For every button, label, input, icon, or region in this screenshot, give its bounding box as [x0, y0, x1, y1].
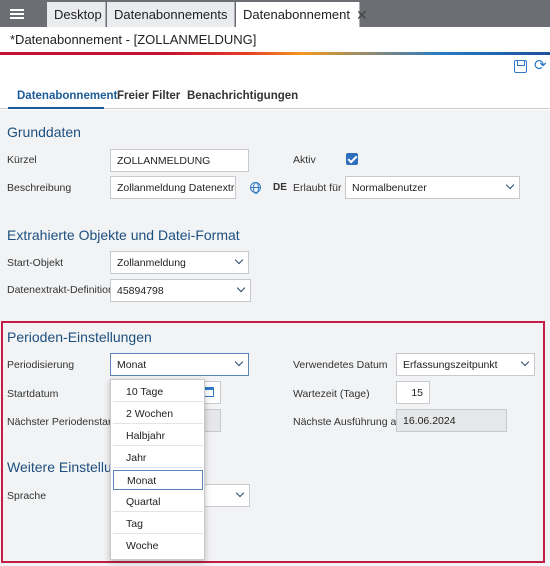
verwendetes-datum-label: Verwendetes Datum [293, 359, 388, 371]
erlaubt-value: Normalbenutzer [352, 182, 427, 194]
start-objekt-select[interactable]: Zollanmeldung [110, 251, 249, 274]
naechste-ausfuehrung-value: 16.06.2024 [396, 409, 507, 432]
chevron-down-icon [505, 180, 515, 190]
periodisierung-value: Monat [117, 359, 147, 371]
chevron-down-icon [234, 255, 244, 265]
tab-datenabonnement[interactable]: Datenabonnement ✕ [236, 2, 368, 27]
dropdown-option[interactable]: Quartal [113, 492, 203, 512]
kuerzel-input[interactable]: ZOLLANMELDUNG [110, 149, 249, 172]
dropdown-option[interactable]: Tag [113, 514, 203, 534]
startdatum-label: Startdatum [7, 388, 59, 400]
tab-label: Datenabonnement [243, 7, 350, 22]
erlaubt-label: Erlaubt für [293, 182, 342, 194]
chevron-down-icon [235, 488, 245, 498]
erlaubt-select[interactable]: Normalbenutzer [345, 176, 520, 199]
start-objekt-label: Start-Objekt [7, 257, 64, 269]
verwendetes-datum-value: Erfassungszeitpunkt [403, 359, 498, 371]
beschreibung-label: Beschreibung [7, 182, 72, 194]
section-title-extrakt: Extrahierte Objekte und Datei-Format [7, 227, 240, 243]
language-code: DE [273, 182, 287, 193]
tab-freier-filter[interactable]: Freier Filter [117, 86, 180, 109]
chevron-down-icon [520, 357, 530, 367]
close-icon[interactable]: ✕ [356, 8, 368, 22]
sprache-label: Sprache [7, 490, 47, 502]
window-title: *Datenabonnement - [ZOLLANMELDUNG] [0, 27, 550, 53]
dropdown-option[interactable]: 2 Wochen [113, 404, 203, 424]
wartezeit-label: Wartezeit (Tage) [293, 388, 370, 400]
beschreibung-input[interactable]: Zollanmeldung Datenextrakt [110, 176, 236, 199]
accent-divider [0, 52, 550, 55]
naechster-periodenstart-label: Nächster Periodenstart [7, 416, 115, 428]
chevron-down-icon [234, 357, 244, 367]
dropdown-option[interactable]: Woche [113, 536, 203, 556]
section-title-grunddaten: Grunddaten [7, 124, 81, 140]
definition-label: Datenextrakt-Definition [7, 284, 114, 296]
start-objekt-value: Zollanmeldung [117, 257, 186, 269]
section-title-perioden: Perioden-Einstellungen [7, 329, 152, 345]
dropdown-option[interactable]: Jahr [113, 448, 203, 468]
tab-desktop[interactable]: Desktop [47, 2, 106, 27]
tab-datenabonnements[interactable]: Datenabonnements ✕ [107, 2, 245, 27]
globe-icon[interactable] [250, 182, 261, 194]
tab-label: Desktop [54, 7, 102, 22]
periodisierung-dropdown: 10 Tage 2 Wochen Halbjahr Jahr Monat Qua… [110, 379, 205, 560]
dropdown-option-selected[interactable]: Monat [113, 470, 203, 490]
naechste-ausfuehrung-label: Nächste Ausführung ab [293, 416, 403, 428]
aktiv-label: Aktiv [293, 154, 316, 166]
periodisierung-label: Periodisierung [7, 359, 75, 371]
refresh-icon[interactable]: ⟳ [534, 58, 547, 74]
tab-bar: Desktop Datenabonnements ✕ Datenabonneme… [0, 0, 550, 27]
dropdown-option[interactable]: 10 Tage [113, 382, 203, 402]
definition-select[interactable]: 45894798 [110, 279, 251, 302]
aktiv-checkbox[interactable] [346, 153, 358, 165]
verwendetes-datum-select[interactable]: Erfassungszeitpunkt [396, 353, 535, 376]
hamburger-menu-icon[interactable] [0, 0, 34, 27]
save-icon[interactable] [514, 60, 527, 73]
wartezeit-input[interactable]: 15 [396, 381, 430, 404]
kuerzel-label: Kürzel [7, 154, 37, 166]
tab-benachrichtigungen[interactable]: Benachrichtigungen [187, 86, 298, 109]
chevron-down-icon [236, 283, 246, 293]
tab-datenabonnement-detail[interactable]: Datenabonnement [8, 86, 117, 109]
periodisierung-select[interactable]: Monat [110, 353, 249, 376]
definition-value: 45894798 [117, 285, 164, 297]
sub-tab-bar: Datenabonnement Freier Filter Benachrich… [0, 86, 550, 109]
toolbar: ⟳ [510, 58, 550, 76]
calendar-icon[interactable] [204, 387, 214, 397]
dropdown-option[interactable]: Halbjahr [113, 426, 203, 446]
tab-label: Datenabonnements [114, 7, 228, 22]
